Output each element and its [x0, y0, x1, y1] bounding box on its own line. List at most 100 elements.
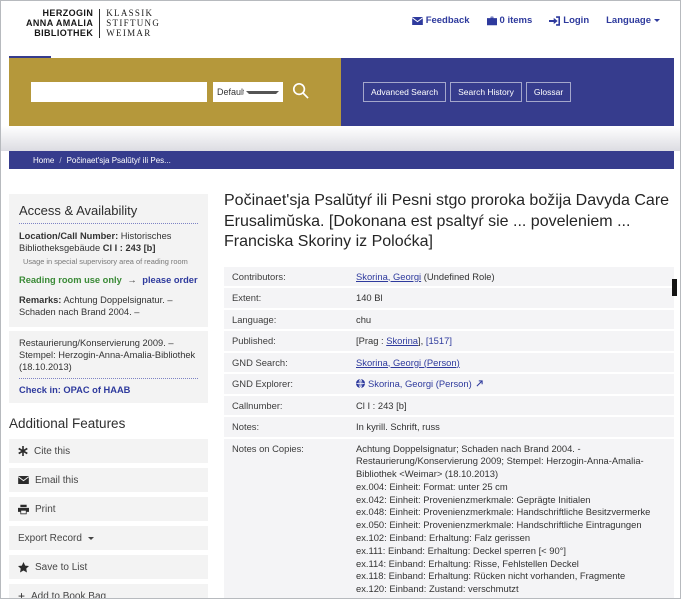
search-band: Default/everything Advanced Search Searc… [9, 58, 674, 126]
row-value: chu [356, 310, 674, 330]
search-input[interactable] [31, 82, 207, 102]
detail-row-published: Published: [Prag : Skorina], [1517] [224, 331, 674, 351]
copies-intro: Achtung Doppelsignatur; Schaden nach Bra… [356, 443, 666, 481]
search-tools: Advanced Search Search History Glossar [341, 58, 674, 126]
briefcase-icon [487, 16, 497, 26]
remarks: Remarks: Achtung Doppelsignatur. – Schad… [19, 294, 198, 318]
copies-line: ex.111: Einband: Erhaltung: Deckel sperr… [356, 545, 666, 558]
location-callno: Cl I : 243 [b] [103, 243, 156, 253]
row-label: Extent: [224, 288, 356, 308]
copies-line: ex.048: Einheit: Provenienzmerkmale: Han… [356, 506, 666, 519]
publisher-link[interactable]: Skorina [386, 335, 418, 346]
usage-note: Usage in special supervisory area of rea… [23, 257, 198, 266]
print-button[interactable]: Print [9, 497, 208, 521]
access-panel-title: Access & Availability [19, 203, 198, 218]
published-place: [Prag : [356, 335, 386, 346]
glossary-button[interactable]: Glossar [526, 82, 571, 102]
arrow-right-icon: → [127, 275, 136, 285]
search-history-button[interactable]: Search History [450, 82, 522, 102]
detail-row-notes: Notes: In kyrill. Schrift, russ [224, 417, 674, 437]
language-menu[interactable]: Language [606, 15, 660, 26]
breadcrumb: Home / Počinaet'sja Psalŭtyŕ ili Pes... [9, 151, 674, 169]
plus-icon: + [18, 590, 25, 599]
breadcrumb-current: Počinaet'sja Psalŭtyŕ ili Pes... [67, 156, 171, 165]
location-callnumber: Location/Call Number: Historisches Bibli… [19, 230, 198, 254]
copies-line: ex.102: Einband: Erhaltung: Falz gerisse… [356, 532, 666, 545]
envelope-icon [18, 476, 29, 484]
add-to-book-bag-button[interactable]: + Add to Book Bag [9, 584, 208, 599]
logo-line: WEIMAR [106, 28, 160, 38]
please-order-link[interactable]: please order [142, 275, 197, 285]
record-title: Počinaet'sja Psalŭtyŕ ili Pesni stgo pro… [224, 191, 674, 253]
access-availability-panel: Access & Availability Location/Call Numb… [9, 194, 208, 327]
copies-line: ex.042: Einheit: Provenienzmerkmale: Gep… [356, 494, 666, 507]
breadcrumb-separator: / [59, 156, 61, 165]
feature-label: Save to List [35, 562, 87, 573]
search-submit-button[interactable] [292, 82, 309, 102]
published-year-link[interactable]: [1517] [426, 335, 452, 346]
top-bar: HERZOGIN ANNA AMALIA BIBLIOTHEK KLASSIK … [1, 1, 680, 58]
login-label: Login [563, 15, 589, 26]
chevron-down-icon [654, 19, 660, 25]
envelope-icon [412, 17, 423, 25]
star-icon [18, 562, 29, 573]
logo-line: ANNA AMALIA [26, 18, 93, 28]
detail-row-gnd-explorer: GND Explorer: Skorina, Georgi (Person) [224, 374, 674, 394]
remarks-text-2: Restaurierung/Konservierung 2009. – Stem… [19, 337, 198, 373]
gnd-search-link[interactable]: Skorina, Georgi (Person) [356, 357, 460, 368]
breadcrumb-home-link[interactable]: Home [33, 156, 54, 165]
scrollbar-thumb[interactable] [672, 279, 677, 296]
feature-label: Email this [35, 475, 78, 486]
contributor-link[interactable]: Skorina, Georgi [356, 271, 421, 282]
library-logo[interactable]: HERZOGIN ANNA AMALIA BIBLIOTHEK KLASSIK … [26, 8, 160, 38]
row-value: Skorina, Georgi (Undefined Role) [356, 267, 674, 287]
detail-row-extent: Extent: 140 Bl [224, 288, 674, 308]
logo-line: STIFTUNG [106, 18, 160, 28]
search-form: Default/everything [9, 58, 341, 126]
check-in-opac-link[interactable]: Check in: OPAC of HAAB [19, 385, 198, 395]
reading-room-status: Reading room use only [19, 275, 122, 285]
row-label: Notes on Copies: [224, 439, 356, 599]
items-count-label: 0 items [500, 15, 533, 26]
logo-line: HERZOGIN [26, 8, 93, 18]
login-link[interactable]: Login [549, 15, 589, 26]
email-this-button[interactable]: Email this [9, 468, 208, 492]
location-label: Location/Call Number: [19, 231, 118, 241]
row-value: Skorina, Georgi (Person) [356, 374, 674, 394]
feature-label: Print [35, 504, 56, 515]
copies-line: ex.120: Einband: Zustand: verschmutzt [356, 583, 666, 596]
search-icon [292, 82, 309, 99]
sign-in-icon [549, 16, 560, 26]
row-label: Language: [224, 310, 356, 330]
chevron-down-icon [246, 91, 279, 97]
book-bag-link[interactable]: 0 items [487, 15, 533, 26]
dotted-divider [19, 223, 198, 224]
gnd-explorer-link[interactable]: Skorina, Georgi (Person) [368, 378, 472, 389]
row-label: Contributors: [224, 267, 356, 287]
row-value: Skorina, Georgi (Person) [356, 353, 674, 373]
language-label: Language [606, 15, 651, 26]
save-to-list-button[interactable]: Save to List [9, 555, 208, 579]
detail-row-gnd-search: GND Search: Skorina, Georgi (Person) [224, 353, 674, 373]
detail-row-contributors: Contributors: Skorina, Georgi (Undefined… [224, 267, 674, 287]
feature-label: Add to Book Bag [31, 591, 106, 599]
detail-row-notes-on-copies: Notes on Copies: Achtung Doppelsignatur;… [224, 439, 674, 599]
external-link-icon [476, 380, 483, 387]
asterisk-icon [18, 446, 28, 456]
copies-line: ex.118: Einband: Erhaltung: Rücken nicht… [356, 570, 666, 583]
search-type-select[interactable]: Default/everything [213, 82, 283, 102]
logo-line: KLASSIK [106, 8, 160, 18]
remarks-label: Remarks: [19, 295, 61, 305]
cite-this-button[interactable]: Cite this [9, 439, 208, 463]
feedback-link[interactable]: Feedback [412, 15, 470, 26]
feature-label: Cite this [34, 446, 70, 457]
logo-divider [99, 9, 100, 38]
dotted-divider [19, 378, 198, 379]
sidebar: Access & Availability Location/Call Numb… [9, 171, 208, 598]
header-gradient [1, 126, 680, 151]
contributor-role: (Undefined Role) [421, 271, 494, 282]
export-record-button[interactable]: Export Record [9, 526, 208, 550]
row-label: GND Explorer: [224, 374, 356, 394]
advanced-search-button[interactable]: Advanced Search [363, 82, 446, 102]
logo-right-block: KLASSIK STIFTUNG WEIMAR [106, 8, 160, 38]
